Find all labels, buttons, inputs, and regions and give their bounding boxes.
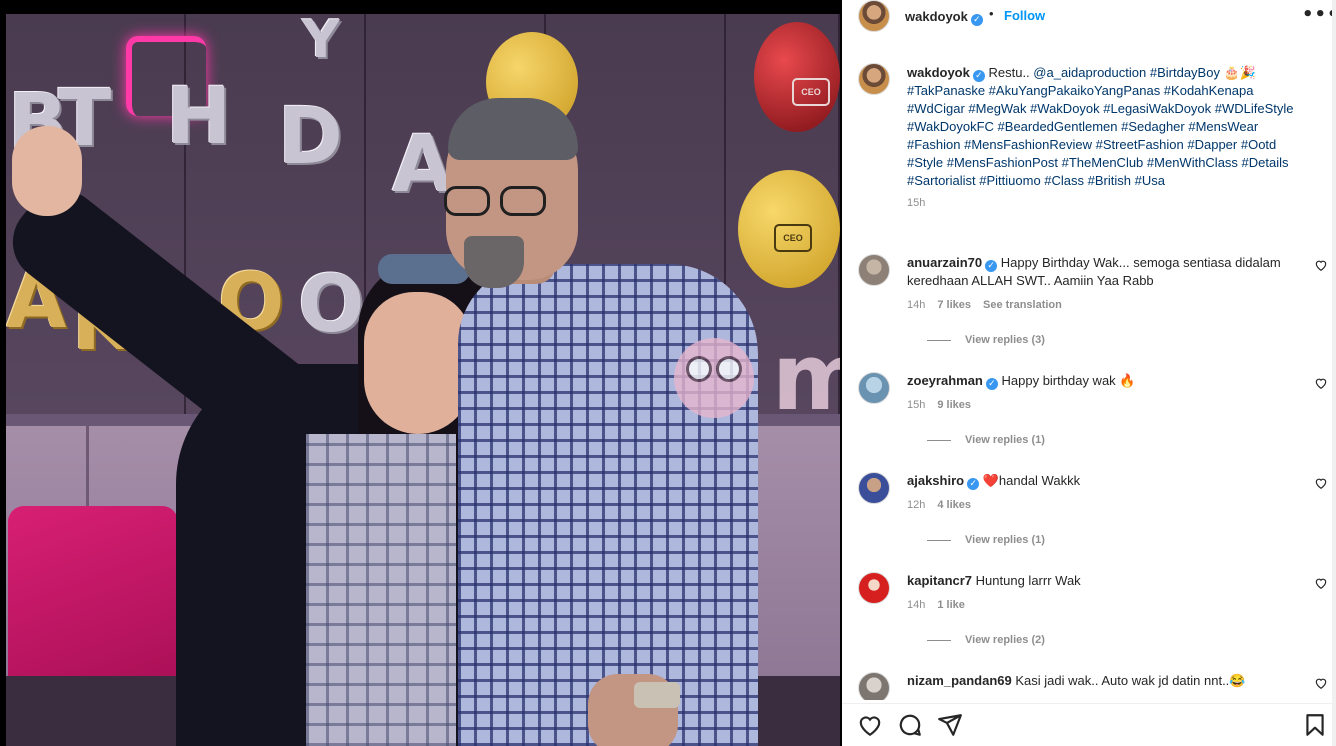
comment-username[interactable]: kapitancr7: [907, 573, 972, 588]
comment-username[interactable]: zoeyrahman: [907, 373, 983, 388]
comment-avatar[interactable]: [858, 472, 890, 504]
comment-heart-icon[interactable]: [1314, 258, 1328, 272]
divider: [842, 703, 1336, 704]
woman-shirt: [306, 434, 456, 746]
yellow-balloon: CEO: [738, 170, 840, 288]
verified-icon: ✓: [967, 478, 980, 490]
view-replies-button[interactable]: View replies (2): [927, 634, 1045, 646]
owl-logo-icon: [674, 338, 754, 418]
comment-body: nizam_pandan69 Kasi jadi wak.. Auto wak …: [907, 672, 1287, 690]
comment-body: kapitancr7 Huntung larrr Wak: [907, 572, 1287, 590]
action-bar: [842, 712, 1336, 744]
comment-body: zoeyrahman ✓ Happy birthday wak 🔥: [907, 372, 1287, 390]
view-replies-button[interactable]: View replies (1): [927, 434, 1045, 446]
ceo-logo-icon: CEO: [774, 224, 812, 252]
author-avatar[interactable]: [858, 0, 890, 32]
comment-text: ❤️handal Wakkk: [982, 473, 1081, 488]
comment-likes[interactable]: 7 likes: [937, 299, 971, 311]
post-header: wakdoyok ✓ • Follow •••: [842, 0, 1336, 34]
watermark-text: murai: [772, 324, 840, 431]
more-options-icon[interactable]: •••: [1302, 4, 1336, 25]
comment-heart-icon[interactable]: [1314, 376, 1328, 390]
comment-likes[interactable]: 1 like: [937, 599, 965, 611]
comment-meta: 14h 7 likes See translation: [907, 299, 1062, 311]
comment-heart-icon[interactable]: [1314, 676, 1328, 690]
share-icon[interactable]: [937, 712, 963, 738]
view-replies-button[interactable]: View replies (3): [927, 334, 1045, 346]
comment-body: ajakshiro ✓ ❤️handal Wakkk: [907, 472, 1287, 490]
verified-icon: ✓: [970, 14, 983, 26]
man-beard: [464, 236, 524, 288]
post-photo[interactable]: B T H D A Y A K O O CEO CEO: [6, 14, 840, 746]
balloon-letter: D: [278, 92, 343, 182]
caption-hashtags[interactable]: #BirtdayBoy 🎂🎉 #TakPanaske #AkuYangPakai…: [907, 65, 1294, 188]
comment-likes[interactable]: 9 likes: [937, 399, 971, 411]
scrollbar[interactable]: [1332, 0, 1336, 746]
comment-time[interactable]: 14h: [907, 299, 925, 311]
eyeglasses: [444, 186, 490, 216]
comment-time[interactable]: 14h: [907, 599, 925, 611]
comment-meta: 14h 1 like: [907, 599, 965, 611]
view-replies-button[interactable]: View replies (1): [927, 534, 1045, 546]
post-caption: wakdoyok ✓ Restu.. @a_aidaproduction #Bir…: [907, 64, 1312, 212]
dot-separator: •: [989, 6, 994, 21]
author-username[interactable]: wakdoyok: [905, 9, 968, 24]
comment: nizam_pandan69 Kasi jadi wak.. Auto wak …: [858, 672, 1328, 700]
verified-icon: ✓: [972, 70, 985, 82]
comment-icon[interactable]: [897, 712, 923, 738]
woman-hand: [12, 126, 82, 216]
comment-text: Kasi jadi wak.. Auto wak jd datin nnt..😂: [1015, 673, 1246, 688]
post-side-panel: wakdoyok ✓ • Follow ••• wakdoyok ✓ Restu..…: [842, 0, 1336, 746]
comment-time[interactable]: 15h: [907, 399, 925, 411]
verified-icon: ✓: [985, 378, 998, 390]
watch: [634, 682, 680, 708]
comment-likes[interactable]: 4 likes: [937, 499, 971, 511]
comment-username[interactable]: anuarzain70: [907, 255, 982, 270]
comment-avatar[interactable]: [858, 254, 890, 286]
caption-timestamp[interactable]: 15h: [907, 194, 1312, 212]
caption-text: Restu..: [988, 65, 1034, 80]
woman-face: [364, 292, 472, 434]
red-balloon: CEO: [754, 22, 840, 132]
heart-icon[interactable]: [857, 712, 883, 738]
comment-username[interactable]: nizam_pandan69: [907, 673, 1012, 688]
caption-mention[interactable]: @a_aidaproduction: [1033, 65, 1146, 80]
balloon-letter: O: [298, 260, 365, 350]
balloon-letter: A: [392, 120, 453, 210]
comment-time[interactable]: 12h: [907, 499, 925, 511]
comment-body: anuarzain70 ✓ Happy Birthday Wak... semog…: [907, 254, 1287, 290]
comment-text: Happy birthday wak 🔥: [1001, 373, 1136, 388]
balloon-letter: H: [166, 72, 232, 162]
caption-username[interactable]: wakdoyok: [907, 65, 970, 80]
watermark: murai: [674, 332, 840, 424]
comment-heart-icon[interactable]: [1314, 576, 1328, 590]
eyeglasses: [500, 186, 546, 216]
balloon-letter: Y: [302, 14, 340, 70]
comment-avatar[interactable]: [858, 672, 890, 700]
comment-avatar[interactable]: [858, 372, 890, 404]
pink-pillow: [8, 506, 178, 696]
see-translation-link[interactable]: See translation: [983, 299, 1062, 311]
post-image-pane: B T H D A Y A K O O CEO CEO: [0, 0, 842, 746]
comment-meta: 15h 9 likes: [907, 399, 971, 411]
comment-heart-icon[interactable]: [1314, 476, 1328, 490]
verified-icon: ✓: [985, 260, 998, 272]
comment-avatar[interactable]: [858, 572, 890, 604]
comment-username[interactable]: ajakshiro: [907, 473, 964, 488]
comment-text: Huntung larrr Wak: [975, 573, 1081, 588]
caption-avatar[interactable]: [858, 63, 890, 95]
ceo-logo-icon: CEO: [792, 78, 830, 106]
comment-meta: 12h 4 likes: [907, 499, 971, 511]
bookmark-icon[interactable]: [1302, 712, 1328, 738]
follow-button[interactable]: Follow: [1004, 8, 1045, 23]
